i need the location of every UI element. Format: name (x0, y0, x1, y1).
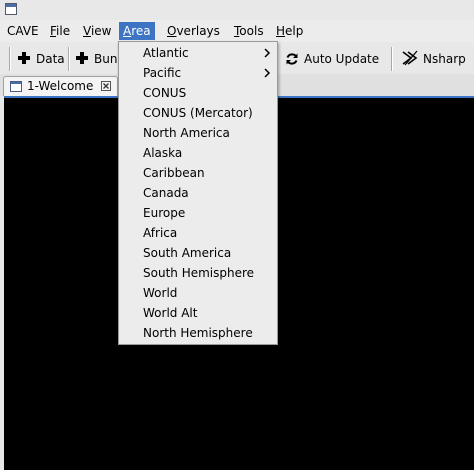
menu-file[interactable]: File (46, 22, 74, 40)
menu-overlays[interactable]: Overlays (163, 22, 224, 40)
area-item-label: South America (143, 246, 232, 260)
bundles-button[interactable]: Bun (76, 50, 117, 68)
menu-area-label: rea (131, 24, 151, 38)
menu-help-mnemonic: H (276, 24, 286, 38)
area-item-label: CONUS (143, 86, 187, 100)
refresh-icon (286, 53, 298, 65)
plus-icon (18, 52, 30, 64)
area-item-north-america[interactable]: North America (119, 123, 277, 143)
area-item-atlantic[interactable]: Atlantic (119, 43, 277, 63)
area-item-conus-mercator[interactable]: CONUS (Mercator) (119, 103, 277, 123)
submenu-arrow-icon (264, 68, 271, 78)
area-item-label: Caribbean (143, 166, 205, 180)
data-button[interactable]: Data (18, 50, 65, 68)
menu-area-mnemonic: A (123, 24, 132, 38)
window-icon (10, 81, 22, 92)
area-item-label: North America (143, 126, 230, 140)
menu-cave-label: CAVE (7, 24, 39, 38)
close-icon[interactable] (101, 81, 111, 91)
nsharp-label: Nsharp (423, 52, 466, 66)
toolbar-separator (391, 47, 392, 71)
menubar: CAVE File View Area Overlays Tools Help (0, 20, 474, 42)
tab-welcome[interactable]: 1-Welcome (3, 76, 118, 96)
tab-welcome-label: 1-Welcome (27, 79, 94, 93)
area-item-label: Atlantic (143, 46, 189, 60)
auto-update-button[interactable]: Auto Update (285, 50, 379, 68)
menu-tools[interactable]: Tools (230, 22, 268, 40)
area-item-label: Alaska (143, 146, 183, 160)
bundles-button-label: Bun (94, 52, 118, 66)
area-item-europe[interactable]: Europe (119, 203, 277, 223)
application-window-icon (5, 3, 17, 15)
nsharp-icon (402, 50, 418, 66)
menu-help[interactable]: Help (272, 22, 307, 40)
menu-tools-label: ools (239, 24, 264, 38)
area-item-canada[interactable]: Canada (119, 183, 277, 203)
data-button-label: Data (36, 52, 65, 66)
area-item-alaska[interactable]: Alaska (119, 143, 277, 163)
area-item-label: Pacific (143, 66, 182, 80)
area-item-label: South Hemisphere (143, 266, 255, 280)
window-titlebar (0, 0, 474, 20)
area-item-label: Europe (143, 206, 186, 220)
area-item-label: North Hemisphere (143, 326, 253, 340)
toolbar-separator (9, 47, 10, 71)
menu-view-label: iew (90, 24, 112, 38)
nsharp-button[interactable]: Nsharp (402, 50, 466, 68)
plus-icon (76, 52, 88, 64)
auto-update-label: Auto Update (304, 52, 380, 66)
area-item-pacific[interactable]: Pacific (119, 63, 277, 83)
area-dropdown-menu: Atlantic Pacific CONUS CONUS (Mercator) … (118, 41, 278, 345)
menu-help-label: elp (285, 24, 304, 38)
toolbar-separator (68, 47, 69, 71)
area-item-label: World Alt (143, 306, 198, 320)
menu-view[interactable]: View (79, 22, 115, 40)
menu-file-label: ile (56, 24, 71, 38)
area-item-world-alt[interactable]: World Alt (119, 303, 277, 323)
menu-view-mnemonic: V (83, 24, 91, 38)
area-item-caribbean[interactable]: Caribbean (119, 163, 277, 183)
area-item-label: Africa (143, 226, 178, 240)
area-item-south-america[interactable]: South America (119, 243, 277, 263)
area-item-conus[interactable]: CONUS (119, 83, 277, 103)
menu-overlays-label: verlays (176, 24, 220, 38)
menu-cave[interactable]: CAVE (3, 22, 43, 40)
submenu-arrow-icon (264, 48, 271, 58)
area-item-label: Canada (143, 186, 189, 200)
menu-area[interactable]: Area (119, 22, 155, 40)
area-item-north-hemisphere[interactable]: North Hemisphere (119, 323, 277, 343)
area-item-africa[interactable]: Africa (119, 223, 277, 243)
area-item-world[interactable]: World (119, 283, 277, 303)
area-item-south-hemisphere[interactable]: South Hemisphere (119, 263, 277, 283)
area-item-label: World (143, 286, 178, 300)
area-item-label: CONUS (Mercator) (143, 106, 253, 120)
